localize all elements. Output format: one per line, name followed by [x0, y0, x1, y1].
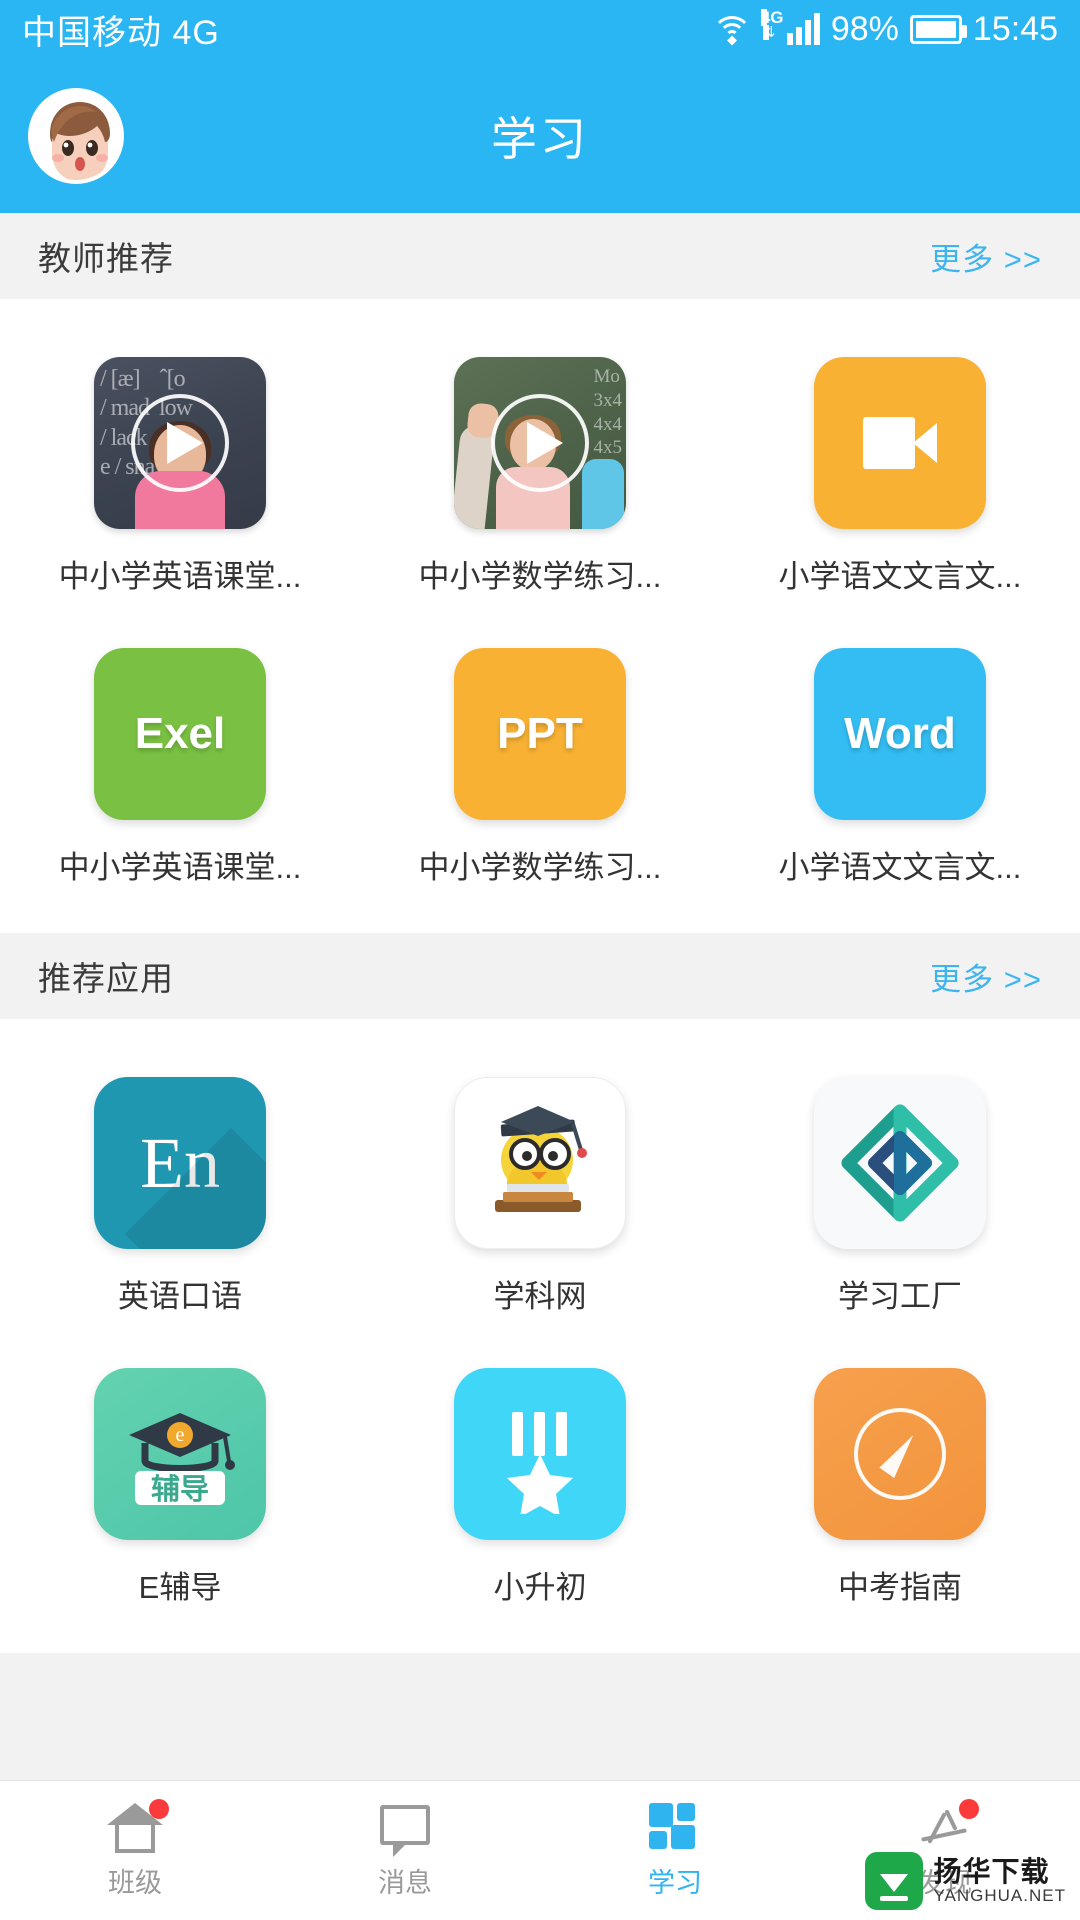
tab-messages[interactable]: 消息 — [270, 1781, 540, 1920]
app-label: 学习工厂 — [837, 1279, 962, 1314]
course-label: 小学语文文言文... — [778, 559, 1022, 594]
watermark: 扬华下载 YANGHUA.NET — [851, 1842, 1080, 1920]
course-card-math-video[interactable]: Mo3x44x44x54x64x7 中小学数学练习... — [360, 357, 720, 596]
more-link-recommended-apps[interactable]: 更多 >> — [930, 954, 1042, 999]
tab-study[interactable]: 学习 — [540, 1781, 810, 1920]
video-camera-tile[interactable] — [813, 357, 986, 529]
recommended-apps-row-2: e 辅导 E辅导 小升初 中考指南 — [0, 1316, 1080, 1653]
teacher-recommend-row-1: / [æ] ˆ[o / mad low / lack coa e / sna oa 中… — [0, 299, 1080, 596]
excel-icon[interactable]: Exel — [93, 648, 266, 820]
e-tutor-mortarboard-icon[interactable]: e 辅导 — [93, 1368, 266, 1540]
wifi-icon — [711, 14, 752, 46]
compass-needle — [853, 1408, 946, 1500]
svg-text:辅导: 辅导 — [151, 1473, 209, 1506]
download-logo-icon — [865, 1852, 924, 1910]
play-icon[interactable] — [490, 394, 589, 492]
app-card-exam-guide[interactable]: 中考指南 — [720, 1368, 1080, 1607]
play-icon[interactable] — [130, 394, 229, 492]
course-card-english-video[interactable]: / [æ] ˆ[o / mad low / lack coa e / sna oa 中… — [0, 357, 360, 596]
course-label: 中小学英语课堂... — [58, 850, 302, 885]
section-title: 教师推荐 — [38, 240, 174, 277]
word-label: Word — [844, 709, 956, 758]
tab-label: 消息 — [378, 1868, 432, 1898]
course-label: 中小学英语课堂... — [58, 559, 302, 594]
course-card-ppt[interactable]: PPT 中小学数学练习... — [360, 648, 720, 887]
home-icon — [107, 1799, 169, 1853]
xkw-graduate-bird-icon[interactable] — [453, 1077, 626, 1249]
app-label: E辅导 — [138, 1570, 222, 1605]
star-ribbon-icon[interactable] — [453, 1368, 626, 1540]
battery-icon — [909, 14, 967, 44]
course-label: 中小学数学练习... — [418, 850, 662, 885]
recommended-apps-row-1: En 英语口语 学科网 学习工厂 — [0, 1019, 1080, 1316]
badge-dot — [149, 1799, 169, 1819]
video-camera-icon — [862, 417, 937, 469]
app-card-e-tutor[interactable]: e 辅导 E辅导 — [0, 1368, 360, 1607]
clock-label: 15:45 — [972, 9, 1058, 48]
tab-class[interactable]: 班级 — [0, 1781, 270, 1920]
grid-squares-icon — [647, 1801, 703, 1853]
course-label: 中小学数学练习... — [418, 559, 662, 594]
svg-text:e: e — [176, 1424, 185, 1446]
app-label: 小升初 — [493, 1570, 587, 1605]
section-title: 推荐应用 — [38, 960, 174, 997]
watermark-domain: YANGHUA.NET — [933, 1885, 1066, 1905]
tab-label: 班级 — [108, 1868, 162, 1898]
teacher-recommend-row-2: Exel 中小学英语课堂... PPT 中小学数学练习... Word 小学语文… — [0, 596, 1080, 933]
course-label: 小学语文文言文... — [778, 850, 1022, 885]
compass-icon[interactable] — [813, 1368, 986, 1540]
learning-factory-diamond-icon[interactable] — [813, 1077, 986, 1249]
app-card-learning-factory[interactable]: 学习工厂 — [720, 1077, 1080, 1316]
app-label: 中考指南 — [837, 1570, 962, 1605]
course-card-word[interactable]: Word 小学语文文言文... — [720, 648, 1080, 887]
app-card-english-speaking[interactable]: En 英语口语 — [0, 1077, 360, 1316]
watermark-name: 扬华下载 — [933, 1856, 1050, 1888]
english-speaking-icon[interactable]: En — [93, 1077, 266, 1249]
course-card-chinese-video[interactable]: 小学语文文言文... — [720, 357, 1080, 596]
student-figure — [581, 459, 624, 529]
user-avatar[interactable] — [28, 87, 124, 184]
battery-percent-label: 98% — [830, 9, 899, 48]
tab-label: 学习 — [648, 1868, 702, 1898]
video-thumbnail-math[interactable]: Mo3x44x44x54x64x7 — [453, 357, 626, 529]
status-bar: 中国移动 4G 4G ⇅ 98% 15:45 — [0, 0, 1080, 58]
course-card-excel[interactable]: Exel 中小学英语课堂... — [0, 648, 360, 887]
ppt-label: PPT — [497, 709, 583, 758]
section-header-recommended-apps: 推荐应用 更多 >> — [0, 933, 1080, 1019]
app-label: 学科网 — [493, 1279, 587, 1314]
app-card-primary-to-middle[interactable]: 小升初 — [360, 1368, 720, 1607]
video-thumbnail-english[interactable]: / [æ] ˆ[o / mad low / lack coa e / sna oa — [93, 357, 266, 529]
ppt-icon[interactable]: PPT — [453, 648, 626, 820]
carrier-label: 中国移动 4G — [22, 13, 220, 52]
badge-dot — [959, 1799, 979, 1819]
app-label: 英语口语 — [117, 1279, 242, 1314]
more-link-teacher-recommend[interactable]: 更多 >> — [930, 234, 1042, 279]
section-header-teacher-recommend: 教师推荐 更多 >> — [0, 213, 1080, 299]
chat-icon — [377, 1801, 433, 1857]
excel-label: Exel — [134, 709, 226, 758]
app-card-xuekewang[interactable]: 学科网 — [360, 1077, 720, 1316]
app-header: 学习 — [0, 58, 1080, 213]
word-icon[interactable]: Word — [813, 648, 986, 820]
page-title: 学习 — [491, 112, 589, 165]
cellular-signal-icon: 4G ⇅ — [760, 9, 820, 45]
